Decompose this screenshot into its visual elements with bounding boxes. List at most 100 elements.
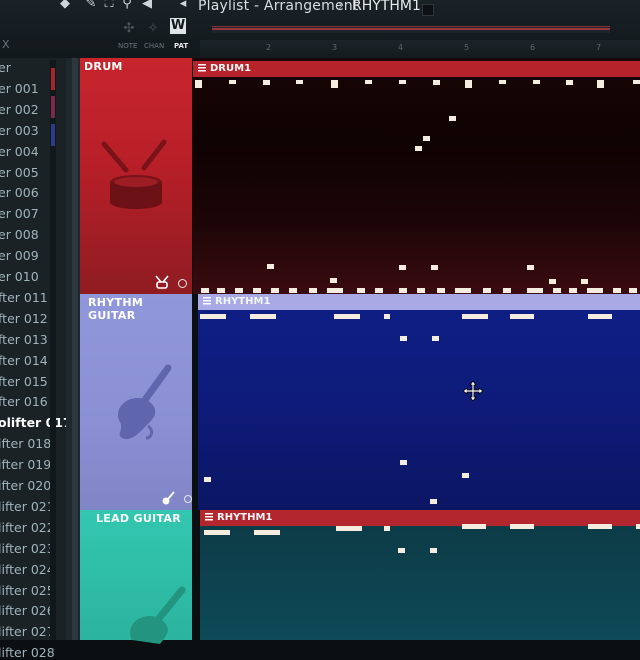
browser-item[interactable]: lifter 024: [0, 562, 55, 577]
browser-item[interactable]: er 009: [0, 248, 39, 263]
clip-header[interactable]: RHYTHM1: [198, 294, 640, 310]
note[interactable]: [510, 524, 534, 529]
lane-drum[interactable]: DRUM1: [193, 58, 640, 294]
browser-item[interactable]: ifter 020: [0, 478, 51, 493]
note[interactable]: [296, 80, 303, 84]
lane-rhythm-guitar[interactable]: RHYTHM1: [198, 294, 640, 510]
note[interactable]: [289, 288, 297, 293]
note[interactable]: [195, 80, 202, 88]
browser-item[interactable]: fter 013: [0, 332, 48, 347]
current-pattern[interactable]: RHYTHM1: [352, 0, 421, 14]
browser-item[interactable]: er 008: [0, 227, 39, 242]
browser-item[interactable]: ifter 019: [0, 457, 51, 472]
note[interactable]: [553, 288, 561, 293]
browser-item[interactable]: er 001: [0, 81, 39, 96]
note[interactable]: [267, 264, 274, 269]
browser-item[interactable]: olifter 017: [0, 415, 72, 430]
magnifier-icon[interactable]: ⚲: [120, 0, 134, 11]
note[interactable]: [510, 314, 534, 319]
track-header-lead-guitar[interactable]: LEAD GUITAR: [80, 510, 192, 644]
note[interactable]: [400, 460, 407, 465]
note[interactable]: [229, 80, 236, 84]
note[interactable]: [399, 288, 407, 293]
arrows-icon[interactable]: ◆: [58, 0, 72, 11]
tab-pat[interactable]: PAT: [174, 42, 188, 50]
note[interactable]: [549, 279, 556, 284]
wand-icon[interactable]: ✧: [146, 22, 160, 36]
note[interactable]: [533, 80, 540, 84]
note[interactable]: [588, 524, 612, 529]
note[interactable]: [357, 288, 365, 293]
note[interactable]: [613, 288, 621, 293]
note[interactable]: [423, 136, 430, 141]
note[interactable]: [527, 265, 534, 270]
select-icon[interactable]: ⛶: [102, 0, 116, 11]
note[interactable]: [398, 548, 405, 553]
clip-header[interactable]: DRUM1: [193, 61, 640, 77]
note[interactable]: [375, 288, 383, 293]
note[interactable]: [527, 288, 543, 293]
browser-close-button[interactable]: X: [2, 38, 10, 51]
note[interactable]: [633, 80, 640, 84]
browser-item[interactable]: er 006: [0, 185, 39, 200]
timeline-ruler[interactable]: 2 3 4 5 6 7: [200, 40, 640, 58]
pattern-picker[interactable]: [422, 4, 434, 16]
snap-icon[interactable]: ✣: [122, 22, 136, 36]
note[interactable]: [636, 524, 640, 529]
browser-item[interactable]: er 004: [0, 144, 39, 159]
browser-item[interactable]: fter 012: [0, 311, 48, 326]
note[interactable]: [462, 473, 469, 478]
note[interactable]: [455, 288, 471, 293]
note[interactable]: [483, 288, 491, 293]
note[interactable]: [566, 80, 573, 85]
note[interactable]: [597, 80, 604, 88]
note[interactable]: [365, 80, 372, 84]
browser-item[interactable]: lifter 027: [0, 624, 55, 639]
clip-header[interactable]: RHYTHM1: [200, 510, 640, 526]
note[interactable]: [503, 288, 511, 293]
browser-item[interactable]: fter 014: [0, 353, 48, 368]
browser-item[interactable]: er: [0, 60, 11, 75]
note[interactable]: [330, 278, 337, 283]
note[interactable]: [263, 80, 270, 85]
browser-item[interactable]: fter 016: [0, 394, 48, 409]
browser-item[interactable]: er 002: [0, 102, 39, 117]
typing-keyboard-icon[interactable]: W: [170, 18, 186, 34]
note[interactable]: [336, 526, 362, 531]
browser-item[interactable]: fter 015: [0, 374, 48, 389]
note[interactable]: [201, 288, 209, 293]
note[interactable]: [449, 116, 456, 121]
note[interactable]: [569, 288, 577, 293]
track-record-button[interactable]: [178, 279, 187, 288]
track-header-drum[interactable]: DRUM: [80, 58, 192, 294]
browser-item[interactable]: lifter 021: [0, 499, 55, 514]
note[interactable]: [587, 288, 603, 293]
note[interactable]: [254, 530, 280, 535]
note[interactable]: [331, 80, 338, 88]
browser-item[interactable]: lifter 026: [0, 603, 55, 618]
track-header-rhythm-guitar[interactable]: RHYTHM GUITAR: [80, 294, 192, 510]
note[interactable]: [432, 336, 439, 341]
note[interactable]: [499, 80, 506, 84]
browser-item[interactable]: er 003: [0, 123, 39, 138]
paint-icon[interactable]: ✎: [84, 0, 98, 11]
note[interactable]: [204, 477, 211, 482]
note[interactable]: [433, 80, 440, 85]
note[interactable]: [400, 336, 407, 341]
note[interactable]: [309, 288, 317, 293]
clip-menu-icon[interactable]: [198, 64, 206, 72]
note[interactable]: [327, 288, 343, 293]
lane-lead-guitar[interactable]: RHYTHM1: [200, 510, 640, 640]
note[interactable]: [399, 80, 406, 84]
browser-item[interactable]: er 005: [0, 165, 39, 180]
note[interactable]: [581, 279, 588, 284]
browser-item[interactable]: lifter 022: [0, 520, 55, 535]
note[interactable]: [250, 314, 276, 319]
note[interactable]: [384, 526, 390, 531]
note[interactable]: [465, 80, 472, 88]
browser-item[interactable]: lifter 023: [0, 541, 55, 556]
note[interactable]: [384, 314, 390, 319]
browser-item[interactable]: er 010: [0, 269, 39, 284]
tab-chan[interactable]: CHAN: [144, 42, 164, 50]
note[interactable]: [430, 499, 437, 504]
